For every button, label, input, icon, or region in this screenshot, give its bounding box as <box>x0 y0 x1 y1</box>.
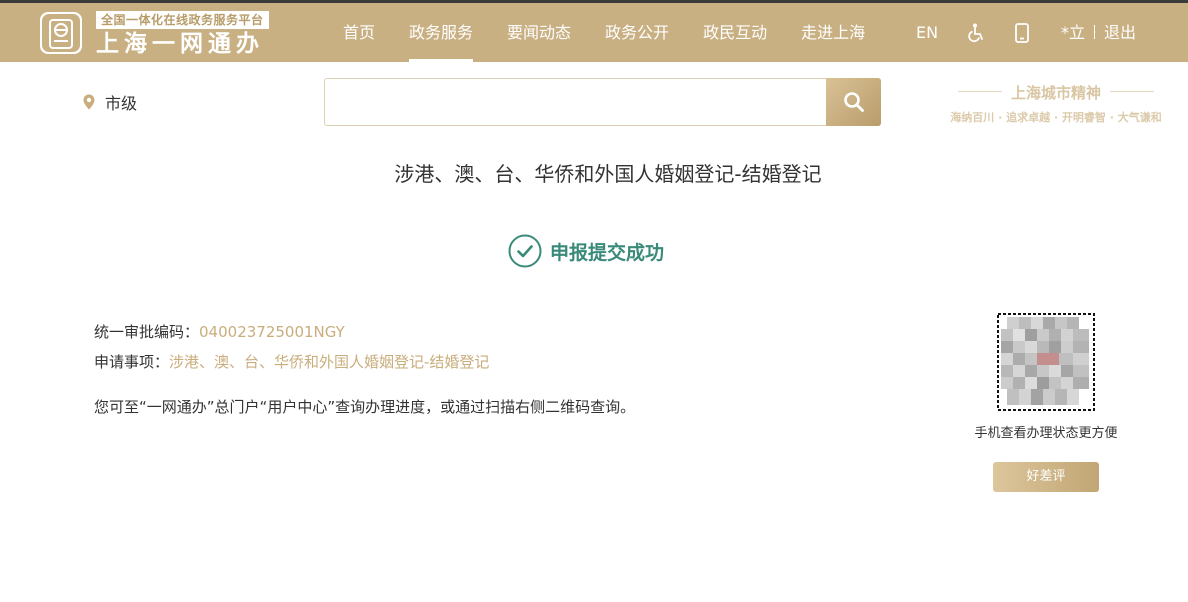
city-spirit-title: 上海城市精神 <box>938 82 1174 103</box>
logo-platform-tag: 全国一体化在线政务服务平台 <box>96 11 269 29</box>
nav-item-home[interactable]: 首页 <box>326 3 392 62</box>
city-spirit-subtitle: 海纳百川 · 追求卓越 · 开明睿智 · 大气谦和 <box>950 111 1162 124</box>
application-item-label: 申请事项： <box>94 353 170 371</box>
page-title: 涉港、澳、台、华侨和外国人婚姻登记-结婚登记 <box>394 162 822 186</box>
logo-title[interactable]: 上海一网通办 <box>96 30 264 58</box>
divider <box>1094 25 1096 39</box>
user-name[interactable]: *立 <box>1061 23 1085 42</box>
qr-caption: 手机查看办理状态更方便 <box>974 426 1118 441</box>
search-button[interactable] <box>826 78 881 126</box>
approval-code-label: 统一审批编码： <box>94 323 200 341</box>
top-header: 全国一体化在线政务服务平台 上海一网通办 首页 政务服务 要闻动态 政务公开 政… <box>0 0 1188 62</box>
approval-code-row: 统一审批编码：040023725001NGY <box>94 317 489 347</box>
search-input[interactable] <box>324 78 828 126</box>
application-info: 统一审批编码：040023725001NGY 申请事项：涉港、澳、台、华侨和外国… <box>94 317 489 377</box>
nav-item-about-shanghai[interactable]: 走进上海 <box>784 3 882 62</box>
nav-item-gov-services[interactable]: 政务服务 <box>392 3 490 62</box>
rating-button[interactable]: 好差评 <box>993 462 1099 492</box>
check-circle-icon <box>508 234 542 268</box>
wheelchair-icon[interactable] <box>966 23 986 47</box>
success-message: 申报提交成功 <box>550 241 665 264</box>
nav-item-interaction[interactable]: 政民互动 <box>686 3 784 62</box>
city-spirit-banner: 上海城市精神 海纳百川 · 追求卓越 · 开明睿智 · 大气谦和 <box>938 82 1174 125</box>
map-pin-icon <box>83 94 95 110</box>
application-item-value: 涉港、澳、台、华侨和外国人婚姻登记-结婚登记 <box>169 353 490 371</box>
progress-tip: 您可至“一网通办”总门户“用户中心”查询办理进度，或通过扫描右侧二维码查询。 <box>94 398 636 416</box>
logo-icon[interactable] <box>40 12 82 54</box>
qr-code <box>997 313 1095 411</box>
location-label: 市级 <box>105 94 138 113</box>
success-status: 申报提交成功 <box>508 234 664 268</box>
nav-item-gov-disclosure[interactable]: 政务公开 <box>588 3 686 62</box>
mobile-phone-icon[interactable] <box>1014 23 1030 47</box>
application-item-row: 申请事项：涉港、澳、台、华侨和外国人婚姻登记-结婚登记 <box>94 347 489 377</box>
nav-item-news[interactable]: 要闻动态 <box>490 3 588 62</box>
approval-code-value: 040023725001NGY <box>199 323 345 341</box>
main-nav: 首页 政务服务 要闻动态 政务公开 政民互动 走进上海 <box>326 3 882 62</box>
logout-link[interactable]: 退出 <box>1104 23 1136 42</box>
user-area: *立 退出 <box>1061 3 1136 62</box>
search-icon <box>843 92 864 112</box>
language-switch[interactable]: EN <box>916 3 938 62</box>
location-selector[interactable]: 市级 <box>83 90 137 114</box>
